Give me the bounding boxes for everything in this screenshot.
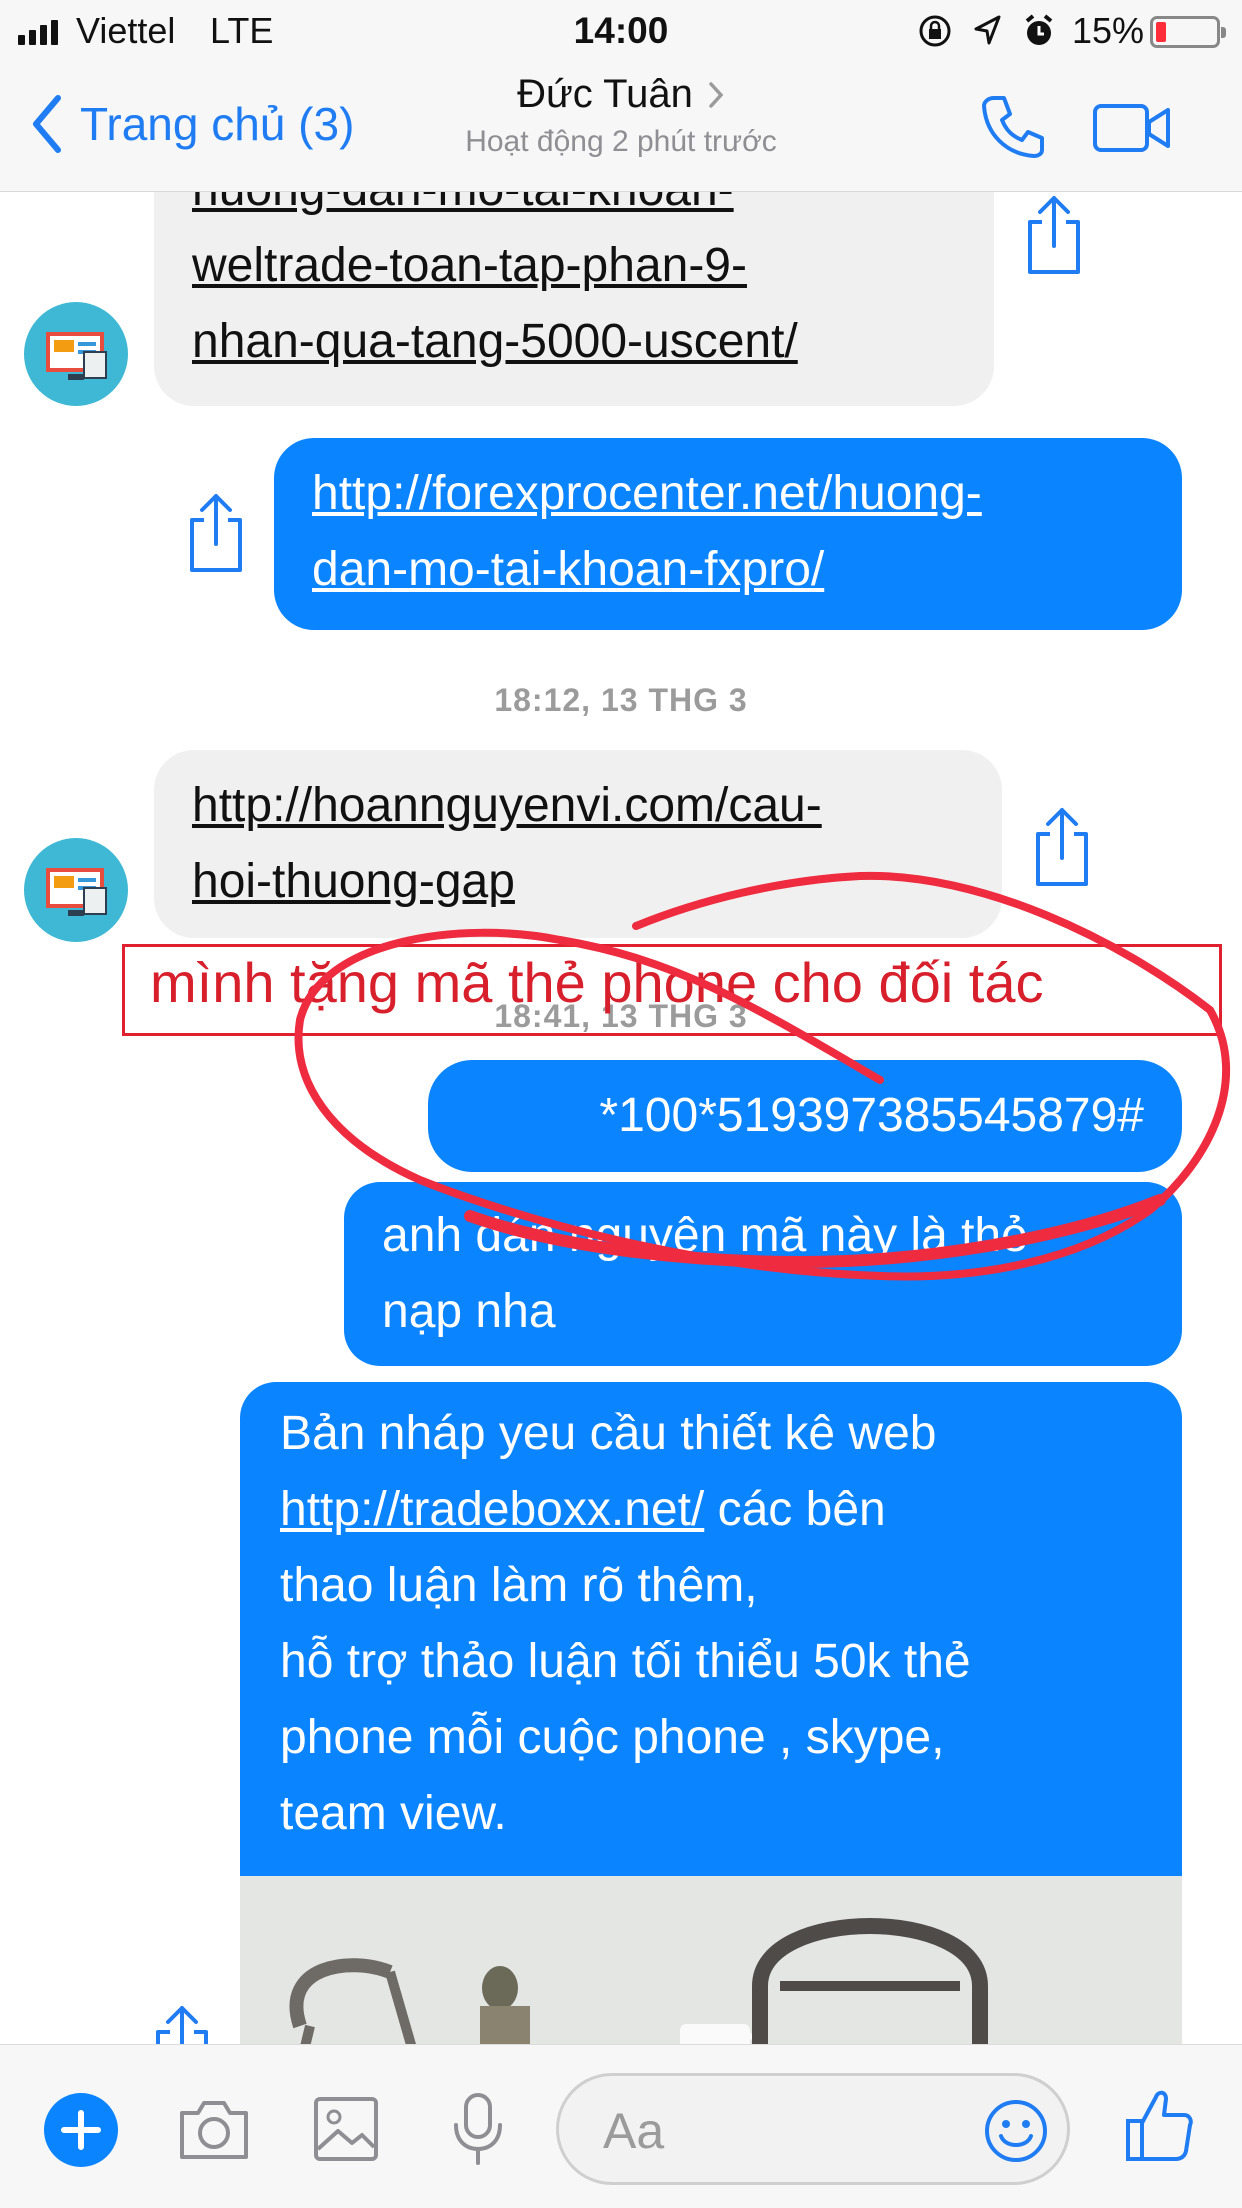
back-label: Trang chủ (3): [80, 98, 355, 150]
camera-icon[interactable]: [176, 2091, 252, 2167]
annotation-text: mình tặng mã thẻ phone cho đối tác: [150, 951, 1044, 1014]
plus-icon: [61, 2110, 101, 2150]
message-text: nạp nha: [382, 1285, 556, 1338]
chevron-left-icon: [33, 95, 61, 153]
message-text: phone mỗi cuộc phone , skype,: [280, 1711, 945, 1764]
message-link[interactable]: dan-mo-tai-khoan-fxpro/: [312, 532, 1144, 608]
message-text: anh dán nguyên mã này là thẻ: [382, 1209, 1028, 1262]
share-icon[interactable]: [184, 490, 248, 574]
conversation-header: Trang chủ (3) Đức Tuân Hoạt động 2 phút …: [0, 62, 1242, 192]
outgoing-message-bubble[interactable]: anh dán nguyên mã này là thẻ nạp nha: [344, 1182, 1182, 1366]
timestamp: 18:12, 13 THG 3: [494, 682, 748, 718]
message-link[interactable]: http://hoannguyenvi.com/cau-: [192, 768, 964, 844]
microphone-icon[interactable]: [440, 2091, 516, 2167]
back-button[interactable]: Trang chủ (3): [30, 92, 354, 156]
message-link[interactable]: weltrade-toan-tap-phan-9-: [192, 228, 956, 304]
battery-icon: [1150, 16, 1226, 48]
emoji-icon[interactable]: [983, 2098, 1049, 2164]
rotation-lock-icon: [919, 15, 951, 47]
message-link[interactable]: http://forexprocenter.net/huong-: [312, 456, 1144, 532]
thumbs-up-icon[interactable]: [1124, 2085, 1194, 2165]
phone-call-icon[interactable]: [978, 92, 1048, 162]
share-icon[interactable]: [1022, 192, 1086, 276]
chair-photo: [240, 1876, 1182, 2044]
contact-name: Đức Tuân: [517, 72, 693, 116]
message-text: thao luận làm rõ thêm,: [280, 1559, 758, 1612]
message-text: hỗ trợ thảo luận tối thiểu 50k thẻ: [280, 1635, 971, 1688]
outgoing-message-bubble[interactable]: http://forexprocenter.net/huong- dan-mo-…: [274, 438, 1182, 630]
message-text: các bên: [704, 1483, 886, 1536]
message-input[interactable]: Aa: [556, 2073, 1070, 2185]
message-text: team view.: [280, 1787, 507, 1840]
website-avatar-icon: [46, 868, 107, 916]
message-input-placeholder: Aa: [603, 2103, 665, 2159]
composer-bar: Aa: [0, 2044, 1242, 2208]
message-link[interactable]: huong-dan-mo-tai-khoan-: [192, 192, 956, 228]
contact-name-button[interactable]: Đức Tuân: [517, 72, 725, 117]
message-text: Bản nháp yeu cầu thiết kê web: [280, 1407, 937, 1460]
network-label: LTE: [210, 10, 274, 51]
chevron-right-icon: [709, 81, 724, 108]
website-avatar-icon: [46, 332, 107, 380]
share-icon[interactable]: [150, 2002, 214, 2044]
attached-photo[interactable]: [240, 1876, 1182, 2044]
outgoing-message-bubble[interactable]: *100*519397385545879#: [428, 1060, 1182, 1172]
carrier-label: Viettel: [76, 10, 176, 51]
photo-gallery-icon[interactable]: [308, 2091, 384, 2167]
contact-avatar[interactable]: [24, 838, 128, 942]
signal-icon: [18, 20, 58, 45]
share-icon[interactable]: [1030, 804, 1094, 888]
message-list[interactable]: huong-dan-mo-tai-khoan- weltrade-toan-ta…: [0, 192, 1242, 2044]
status-bar: Viettel LTE 14:00 15%: [0, 0, 1242, 62]
contact-avatar[interactable]: [24, 302, 128, 406]
more-actions-button[interactable]: [44, 2093, 118, 2167]
message-link[interactable]: hoi-thuong-gap: [192, 844, 964, 920]
alarm-icon: [1025, 14, 1053, 45]
message-link[interactable]: nhan-qua-tang-5000-uscent/: [192, 304, 956, 380]
message-text: *100*519397385545879#: [599, 1089, 1144, 1142]
incoming-message-bubble[interactable]: huong-dan-mo-tai-khoan- weltrade-toan-ta…: [154, 192, 994, 406]
incoming-message-bubble[interactable]: http://hoannguyenvi.com/cau- hoi-thuong-…: [154, 750, 1002, 938]
battery-percent: 15%: [1072, 10, 1145, 51]
video-call-icon[interactable]: [1092, 100, 1172, 156]
message-link[interactable]: http://tradeboxx.net/: [280, 1483, 704, 1536]
location-icon: [974, 15, 1001, 45]
